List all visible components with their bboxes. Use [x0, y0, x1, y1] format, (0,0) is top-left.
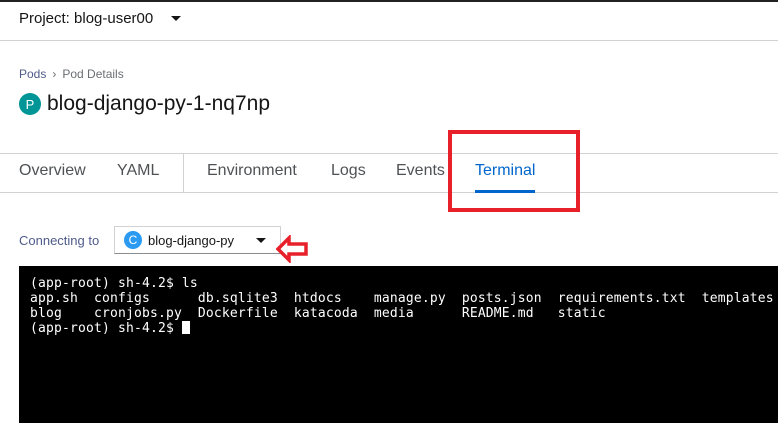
container-badge: C	[124, 231, 142, 249]
terminal-cursor	[181, 321, 190, 334]
annotation-highlight-box	[448, 130, 580, 212]
connecting-label: Connecting to	[19, 233, 100, 248]
tab-bar: Overview YAML Environment Logs Events Te…	[0, 153, 778, 193]
pod-name: blog-django-py-1-nq7np	[47, 92, 270, 115]
page-title: P blog-django-py-1-nq7np	[19, 92, 270, 116]
tab-yaml[interactable]: YAML	[117, 162, 159, 180]
breadcrumb: Pods › Pod Details	[19, 67, 124, 81]
container-select[interactable]: C blog-django-py	[114, 226, 281, 254]
tab-overview[interactable]: Overview	[19, 162, 86, 180]
tab-divider	[183, 154, 184, 192]
terminal-line: (app-root) sh-4.2$	[30, 321, 182, 336]
tab-environment[interactable]: Environment	[207, 162, 297, 180]
tab-events[interactable]: Events	[396, 162, 445, 180]
divider	[0, 40, 778, 41]
top-bar-edge	[0, 0, 778, 2]
caret-down-icon	[171, 16, 182, 21]
terminal-line: blog cronjobs.py Dockerfile katacoda med…	[30, 306, 606, 321]
breadcrumb-pods-link[interactable]: Pods	[19, 67, 46, 81]
chevron-right-icon: ›	[52, 67, 57, 81]
project-selector[interactable]: Project: blog-user00	[19, 10, 182, 27]
terminal-line: (app-root) sh-4.2$ ls	[30, 276, 198, 291]
container-name: blog-django-py	[148, 232, 235, 248]
terminal[interactable]: (app-root) sh-4.2$ ls app.sh configs db.…	[19, 266, 778, 423]
annotation-arrow-icon	[276, 235, 308, 263]
caret-down-icon	[256, 238, 266, 243]
pod-badge: P	[19, 93, 41, 115]
tab-logs[interactable]: Logs	[331, 162, 366, 180]
terminal-line: app.sh configs db.sqlite3 htdocs manage.…	[30, 291, 774, 306]
project-label: Project: blog-user00	[19, 10, 154, 27]
breadcrumb-current: Pod Details	[62, 67, 124, 81]
